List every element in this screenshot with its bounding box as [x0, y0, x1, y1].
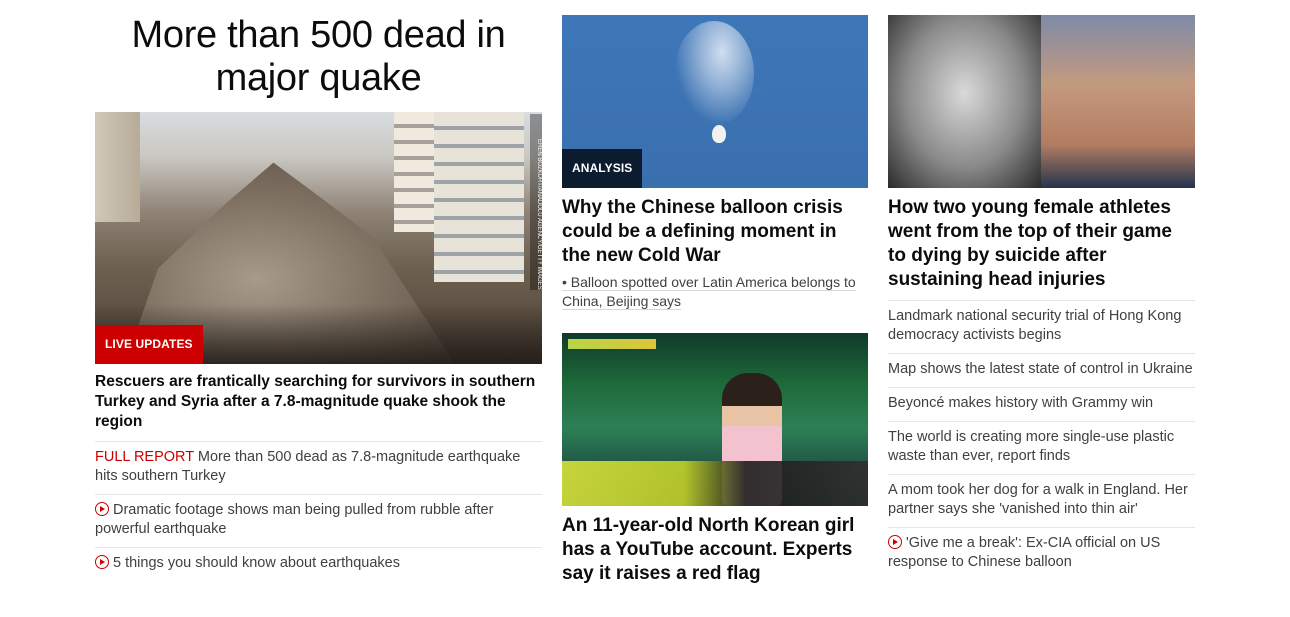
athlete-photo-left: [888, 15, 1041, 188]
headline-link-video[interactable]: 'Give me a break': Ex-CIA official on US…: [888, 527, 1195, 580]
building-left: [95, 112, 140, 222]
right-column: How two young female athletes went from …: [888, 0, 1195, 580]
tour-series-sign: [568, 339, 656, 349]
related-link-video[interactable]: Dramatic footage shows man being pulled …: [95, 494, 542, 547]
analysis-tag[interactable]: ANALYSIS: [562, 149, 643, 188]
play-video-icon: [888, 535, 902, 549]
balloon-image[interactable]: ANALYSIS: [562, 15, 868, 188]
north-korea-image[interactable]: [562, 333, 868, 506]
balloon-headline[interactable]: Why the Chinese balloon crisis could be …: [562, 188, 868, 268]
headline-link[interactable]: Map shows the latest state of control in…: [888, 353, 1195, 387]
related-link-video[interactable]: 5 things you should know about earthquak…: [95, 547, 542, 581]
athletes-headline[interactable]: How two young female athletes went from …: [888, 188, 1195, 300]
related-link-text: Dramatic footage shows man being pulled …: [95, 502, 494, 537]
headline-link[interactable]: The world is creating more single-use pl…: [888, 421, 1195, 474]
headline-link[interactable]: Beyoncé makes history with Grammy win: [888, 387, 1195, 421]
balloon-sublink-wrap: • Balloon spotted over Latin America bel…: [562, 268, 868, 311]
building-right: [434, 112, 524, 282]
headline-link[interactable]: A mom took her dog for a walk in England…: [888, 474, 1195, 527]
headline-link[interactable]: Landmark national security trial of Hong…: [888, 300, 1195, 353]
balloon-contrail: [674, 21, 754, 126]
balloon-sublink[interactable]: • Balloon spotted over Latin America bel…: [562, 274, 856, 310]
headline-link-text: Beyoncé makes history with Grammy win: [888, 395, 1154, 411]
quake-image[interactable]: EREN BOZKURT/ANADOLU AGENCY/GETTY IMAGES…: [95, 112, 542, 364]
live-updates-tag[interactable]: LIVE UPDATES: [95, 325, 203, 364]
right-related-links: Landmark national security trial of Hong…: [888, 300, 1195, 580]
play-video-icon: [95, 555, 109, 569]
related-link-full-report[interactable]: FULL REPORT More than 500 dead as 7.8-ma…: [95, 441, 542, 494]
headline-link-text: 'Give me a break': Ex-CIA official on US…: [888, 535, 1161, 570]
lead-related-links: FULL REPORT More than 500 dead as 7.8-ma…: [95, 441, 542, 581]
full-report-kicker: FULL REPORT: [95, 449, 194, 465]
athletes-image[interactable]: [888, 15, 1195, 188]
lead-summary-link[interactable]: Rescuers are frantically searching for s…: [95, 364, 542, 441]
north-korea-headline[interactable]: An 11-year-old North Korean girl has a Y…: [562, 506, 868, 586]
balloon: [712, 125, 726, 143]
play-video-icon: [95, 502, 109, 516]
athlete-photo-right: [1041, 15, 1195, 188]
middle-column: ANALYSIS Why the Chinese balloon crisis …: [562, 0, 868, 586]
headline-link-text: A mom took her dog for a walk in England…: [888, 482, 1188, 517]
building-mid: [394, 112, 434, 232]
bumper-car: [562, 461, 868, 506]
headline-link-text: Landmark national security trial of Hong…: [888, 308, 1182, 343]
related-link-text: 5 things you should know about earthquak…: [113, 555, 400, 571]
image-credit: EREN BOZKURT/ANADOLU AGENCY/GETTY IMAGES: [530, 114, 542, 290]
lead-headline[interactable]: More than 500 dead in major quake: [95, 14, 542, 100]
headline-link-text: Map shows the latest state of control in…: [888, 361, 1193, 377]
lead-story-column: More than 500 dead in major quake EREN B…: [95, 0, 542, 581]
headline-link-text: The world is creating more single-use pl…: [888, 429, 1175, 464]
